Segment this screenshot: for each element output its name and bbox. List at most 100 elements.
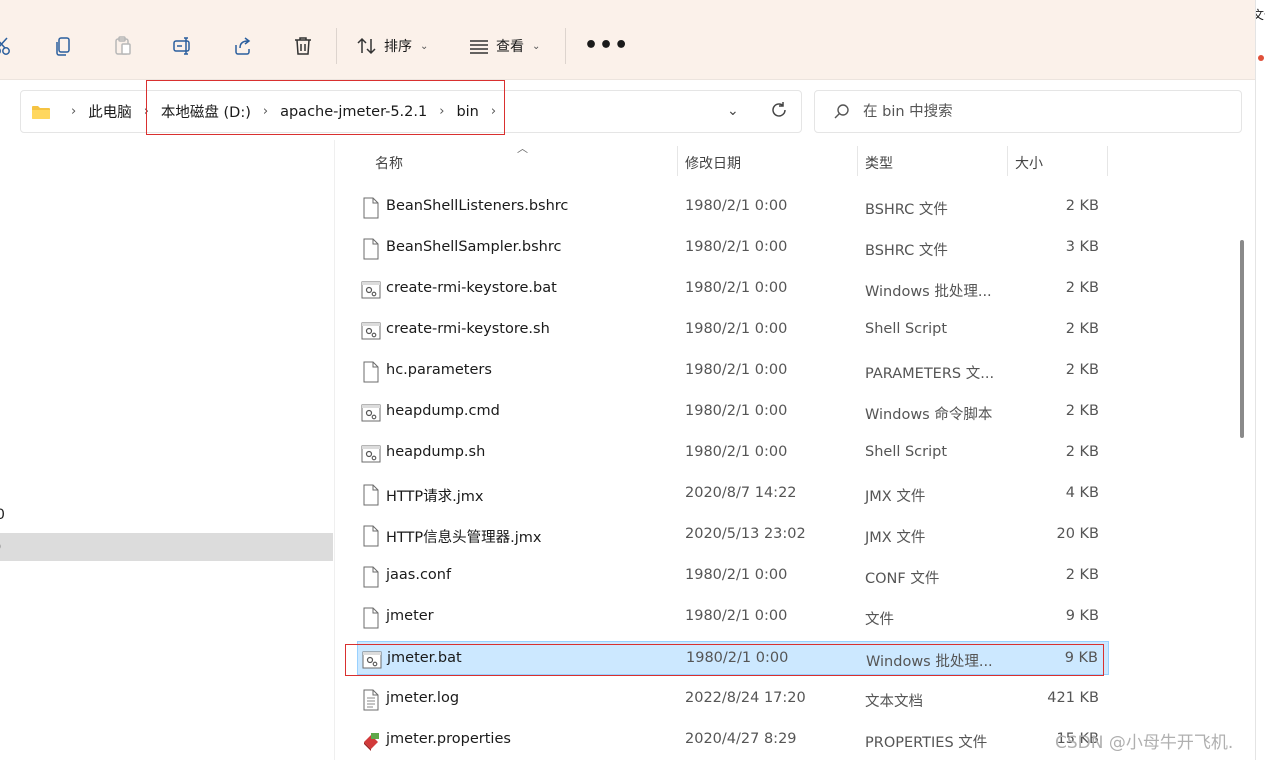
- file-type: BSHRC 文件: [865, 202, 948, 218]
- chevron-down-icon: ⌄: [532, 40, 541, 52]
- breadcrumb-jmeter-folder[interactable]: apache-jmeter-5.2.1: [276, 104, 431, 120]
- more-icon: •••: [584, 33, 630, 58]
- file-type: Shell Script: [865, 444, 948, 460]
- file-row[interactable]: jmeter.properties 2020/4/27 8:29 PROPERTIE…: [357, 723, 1109, 757]
- adjacent-window-edge: 文件: [1255, 0, 1265, 760]
- file-size: 2 KB: [1065, 444, 1099, 460]
- file-name: heapdump.sh: [386, 444, 486, 460]
- toolbar-separator: [565, 28, 566, 64]
- trash-icon: [295, 37, 311, 55]
- column-header-name[interactable]: 名称: [375, 153, 403, 173]
- file-row[interactable]: HTTP信息头管理器.jmx 2020/5/13 23:02 JMX 文件 20 KB: [357, 518, 1109, 552]
- chevron-right-icon[interactable]: ›: [483, 104, 504, 119]
- column-divider[interactable]: [857, 146, 858, 176]
- file-size: 2 KB: [1065, 321, 1099, 337]
- vertical-scrollbar[interactable]: [1236, 145, 1248, 760]
- nav-item-fragment[interactable]: ): [0, 539, 1, 555]
- file-type: BSHRC 文件: [865, 243, 948, 259]
- file-type: PROPERTIES 文件: [865, 735, 988, 751]
- refresh-icon[interactable]: [769, 100, 789, 120]
- file-icon: [361, 607, 381, 629]
- file-type: Shell Script: [865, 321, 948, 337]
- file-type: PARAMETERS 文...: [865, 366, 995, 382]
- file-row[interactable]: BeanShellSampler.bshrc 1980/2/1 0:00 BSHRC…: [357, 231, 1109, 265]
- file-row[interactable]: jaas.conf 1980/2/1 0:00 CONF 文件 2 KB: [357, 559, 1109, 593]
- cut-button[interactable]: [0, 30, 14, 62]
- search-box[interactable]: [814, 90, 1242, 133]
- column-divider[interactable]: [1007, 146, 1008, 176]
- file-date: 1980/2/1 0:00: [686, 650, 789, 666]
- column-divider[interactable]: [1107, 146, 1108, 176]
- file-name: jmeter.bat: [387, 650, 462, 666]
- column-header-size[interactable]: 大小: [1015, 153, 1043, 173]
- file-type: Windows 批处理...: [865, 284, 992, 300]
- pane-divider[interactable]: [334, 140, 335, 760]
- file-row[interactable]: create-rmi-keystore.sh 1980/2/1 0:00 Shell…: [357, 313, 1109, 347]
- file-date: 2022/8/24 17:20: [685, 690, 806, 706]
- script-icon: [361, 320, 381, 342]
- file-size: 4 KB: [1065, 485, 1099, 501]
- nav-item-selected[interactable]: [0, 533, 333, 561]
- view-button[interactable]: 查看 ⌄: [468, 30, 540, 62]
- column-divider[interactable]: [677, 146, 678, 176]
- address-bar[interactable]: › 此电脑 › 本地磁盘 (D:) › apache-jmeter-5.2.1 …: [20, 90, 802, 133]
- file-icon: [361, 361, 381, 383]
- nav-item-fragment[interactable]: 0: [0, 507, 5, 523]
- file-row[interactable]: heapdump.cmd 1980/2/1 0:00 Windows 命令脚本 2 K…: [357, 395, 1109, 429]
- address-history-chevron-icon[interactable]: ⌄: [727, 103, 739, 119]
- file-row[interactable]: HTTP请求.jmx 2020/8/7 14:22 JMX 文件 4 KB: [357, 477, 1109, 511]
- file-row[interactable]: jmeter 1980/2/1 0:00 文件 9 KB: [357, 600, 1109, 634]
- file-row[interactable]: create-rmi-keystore.bat 1980/2/1 0:00 Wind…: [357, 272, 1109, 306]
- script-icon: [361, 443, 381, 465]
- share-button[interactable]: [232, 30, 254, 62]
- navigation-pane: 0 ): [0, 140, 334, 760]
- file-date: 2020/5/13 23:02: [685, 526, 806, 542]
- breadcrumb-bin[interactable]: bin: [452, 104, 482, 120]
- adjacent-window-text: 文件: [1256, 6, 1265, 23]
- file-icon: [361, 566, 381, 588]
- file-name: hc.parameters: [386, 362, 492, 378]
- breadcrumb-local-disk[interactable]: 本地磁盘 (D:): [157, 101, 255, 122]
- file-type: 文件: [865, 612, 894, 628]
- file-row[interactable]: jmeter.bat 1980/2/1 0:00 Windows 批处理... 9 K…: [357, 641, 1109, 675]
- scrollbar-thumb[interactable]: [1240, 240, 1244, 438]
- file-size: 421 KB: [1047, 690, 1099, 706]
- file-size: 2 KB: [1065, 280, 1099, 296]
- file-icon: [361, 484, 381, 506]
- column-header-type[interactable]: 类型: [865, 153, 893, 173]
- view-label: 查看: [496, 39, 524, 55]
- clipboard-icon: [115, 36, 131, 55]
- paste-button[interactable]: [112, 30, 134, 62]
- file-name: create-rmi-keystore.sh: [386, 321, 550, 337]
- delete-button[interactable]: [292, 30, 314, 62]
- file-explorer-window: 排序 ⌄ 查看 ⌄ ••• 文件 › 此电脑 › 本地磁盘 (D:) › apa…: [0, 0, 1265, 760]
- column-header-date[interactable]: 修改日期: [685, 153, 741, 173]
- file-date: 1980/2/1 0:00: [685, 362, 788, 378]
- file-name: HTTP请求.jmx: [386, 489, 484, 505]
- properties-icon: [361, 730, 381, 752]
- file-date: 1980/2/1 0:00: [685, 239, 788, 255]
- file-row[interactable]: jmeter.log 2022/8/24 17:20 文本文档 421 KB: [357, 682, 1109, 716]
- script-icon: [361, 402, 381, 424]
- column-header-row: ︿ 名称 修改日期 类型 大小: [345, 140, 1110, 180]
- copy-button[interactable]: [53, 30, 75, 62]
- rename-button[interactable]: [172, 30, 194, 62]
- file-row[interactable]: BeanShellListeners.bshrc 1980/2/1 0:00 BSH…: [357, 190, 1109, 224]
- sort-label: 排序: [384, 39, 412, 55]
- chevron-down-icon: ⌄: [420, 40, 429, 52]
- search-input[interactable]: [863, 101, 1223, 123]
- breadcrumb-this-pc[interactable]: 此电脑: [84, 101, 136, 122]
- scissors-icon: [0, 37, 10, 55]
- file-row[interactable]: heapdump.sh 1980/2/1 0:00 Shell Script 2 KB: [357, 436, 1109, 470]
- folder-icon: [32, 105, 50, 119]
- share-icon: [235, 37, 251, 55]
- file-size: 2 KB: [1065, 362, 1099, 378]
- file-size: 20 KB: [1056, 526, 1099, 542]
- file-date: 1980/2/1 0:00: [685, 403, 788, 419]
- file-row[interactable]: hc.parameters 1980/2/1 0:00 PARAMETERS 文..…: [357, 354, 1109, 388]
- more-options-button[interactable]: •••: [584, 30, 629, 62]
- file-name: BeanShellSampler.bshrc: [386, 239, 562, 255]
- sort-button[interactable]: 排序 ⌄: [356, 30, 428, 62]
- sort-icon: [357, 37, 376, 55]
- chevron-right-icon: ›: [262, 104, 269, 119]
